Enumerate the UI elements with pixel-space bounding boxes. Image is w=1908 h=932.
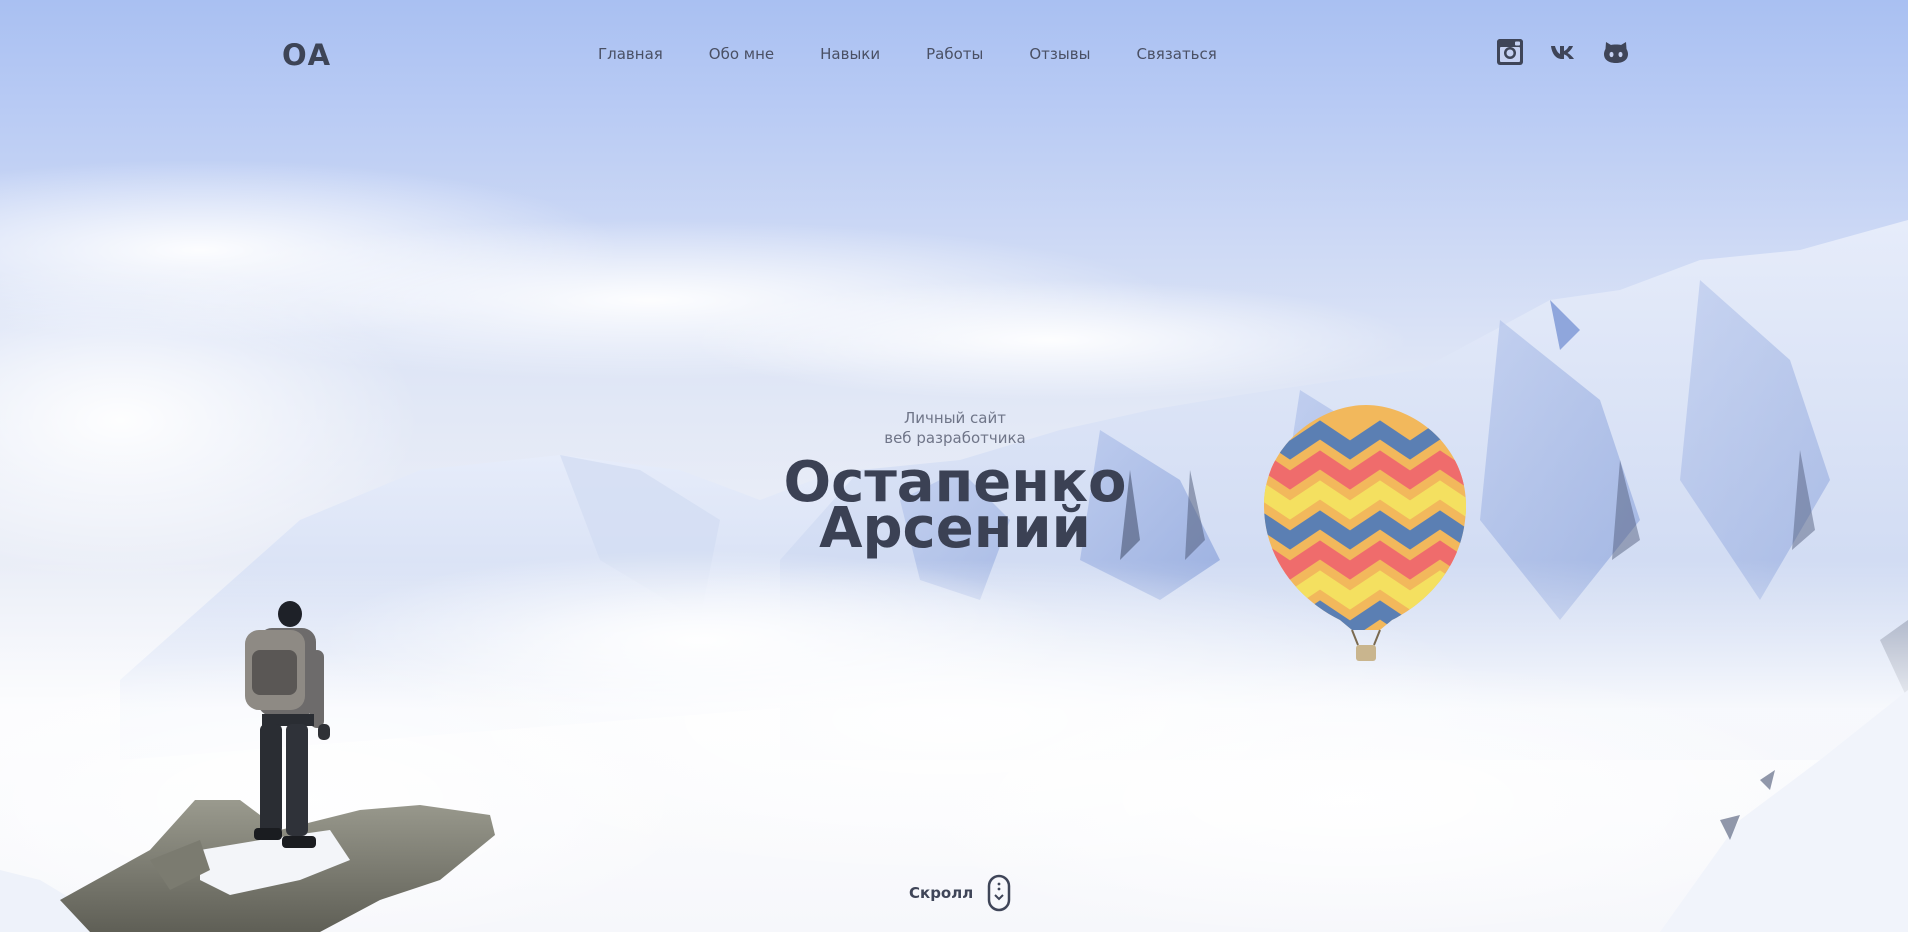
social-links — [1496, 38, 1630, 66]
hero-section: ОА Главная Обо мне Навыки Работы Отзывы … — [0, 0, 1908, 932]
vk-icon[interactable] — [1549, 38, 1577, 66]
nav-link-home[interactable]: Главная — [598, 45, 663, 63]
nav-link-contact[interactable]: Связаться — [1136, 45, 1216, 63]
hero-name-firstname: Арсений — [819, 496, 1091, 561]
nav-link-skills[interactable]: Навыки — [820, 45, 880, 63]
scroll-down-button[interactable]: Скролл — [909, 874, 1011, 912]
hero-subtitle-line-2: веб разработчика — [884, 429, 1026, 447]
nav-link-works[interactable]: Работы — [926, 45, 983, 63]
site-header: ОА Главная Обо мне Навыки Работы Отзывы … — [0, 0, 1908, 110]
mouse-scroll-icon — [987, 874, 1011, 912]
github-icon[interactable] — [1602, 38, 1630, 66]
scroll-label: Скролл — [909, 884, 974, 902]
main-nav: Главная Обо мне Навыки Работы Отзывы Свя… — [598, 45, 1263, 63]
hero-subtitle-line-1: Личный сайт — [904, 409, 1006, 427]
site-logo[interactable]: ОА — [282, 38, 331, 72]
nav-link-about[interactable]: Обо мне — [709, 45, 774, 63]
nav-link-reviews[interactable]: Отзывы — [1029, 45, 1090, 63]
hero-name: Остапенко Арсений — [700, 455, 1210, 561]
hero-intro: Личный сайт веб разработчика Остапенко А… — [700, 408, 1210, 590]
instagram-icon[interactable] — [1496, 38, 1524, 66]
hero-subtitle: Личный сайт веб разработчика — [700, 408, 1210, 448]
